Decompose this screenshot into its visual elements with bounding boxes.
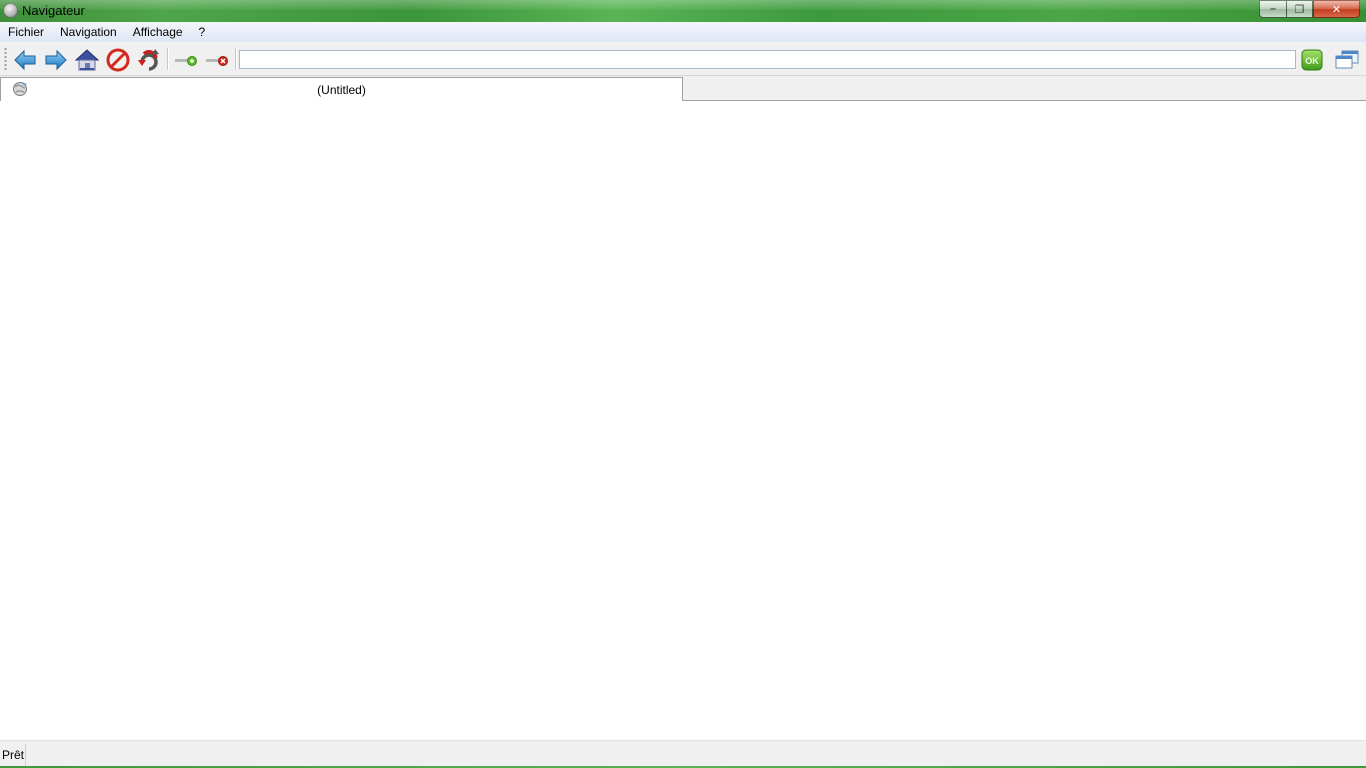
toolbar-grip[interactable]: [4, 47, 7, 71]
toolbar-separator: [167, 48, 169, 70]
title-bar: Navigateur – ❐ ✕: [0, 0, 1366, 22]
remove-button[interactable]: [204, 47, 230, 73]
menu-affichage[interactable]: Affichage: [125, 22, 191, 42]
go-button[interactable]: OK: [1299, 47, 1325, 73]
address-input[interactable]: [239, 50, 1296, 69]
close-icon: ✕: [1331, 3, 1342, 16]
forward-arrow-icon: [45, 49, 67, 71]
status-separator: [25, 744, 26, 768]
tab-untitled[interactable]: (Untitled): [0, 77, 683, 101]
add-icon: [175, 56, 197, 66]
back-arrow-icon: [14, 49, 36, 71]
toolbar-separator: [235, 48, 237, 70]
window-title: Navigateur: [22, 3, 85, 18]
minimize-button[interactable]: –: [1259, 0, 1286, 18]
status-text: Prêt: [2, 748, 25, 762]
back-button[interactable]: [12, 47, 38, 73]
remove-icon: [206, 56, 228, 66]
menu-help[interactable]: ?: [191, 22, 214, 42]
home-icon: [74, 49, 100, 71]
browser-content[interactable]: [0, 101, 1366, 740]
restore-icon: ❐: [1294, 3, 1305, 16]
window-controls: – ❐ ✕: [1259, 0, 1360, 18]
home-button[interactable]: [74, 47, 100, 73]
menu-fichier[interactable]: Fichier: [0, 22, 52, 42]
go-icon: OK: [1301, 49, 1323, 71]
menu-bar: Fichier Navigation Affichage ?: [0, 22, 1366, 42]
maximize-button[interactable]: ❐: [1286, 0, 1313, 18]
go-label: OK: [1305, 56, 1319, 66]
window-icon: [1335, 50, 1359, 69]
refresh-button[interactable]: [136, 47, 162, 73]
refresh-icon: [138, 49, 159, 71]
minimize-icon: –: [1269, 3, 1277, 15]
new-window-button[interactable]: [1334, 47, 1360, 73]
stop-button[interactable]: [105, 47, 131, 73]
app-icon: [3, 3, 18, 18]
tab-strip: (Untitled): [0, 76, 1366, 101]
close-button[interactable]: ✕: [1313, 0, 1360, 18]
forward-button[interactable]: [43, 47, 69, 73]
status-bar: Prêt: [0, 740, 1366, 768]
menu-navigation[interactable]: Navigation: [52, 22, 125, 42]
tab-label: (Untitled): [317, 83, 366, 97]
add-button[interactable]: [173, 47, 199, 73]
stop-icon: [106, 48, 130, 72]
